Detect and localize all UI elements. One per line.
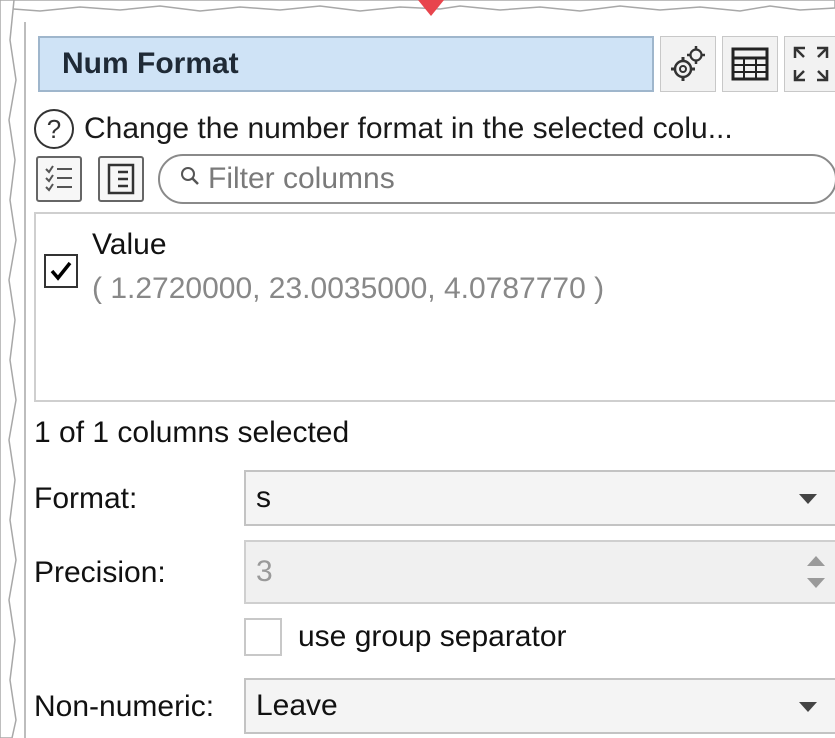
check-all-button[interactable]	[36, 156, 82, 202]
group-separator-label: use group separator	[298, 620, 567, 653]
description-text: Change the number format in the selected…	[84, 112, 733, 145]
title-bar: Num Format	[34, 30, 835, 100]
num-format-panel: Num Format ? Change the number format in…	[24, 22, 835, 738]
torn-edge-left	[0, 0, 17, 738]
gears-icon	[671, 46, 705, 81]
checklist-icon	[45, 165, 72, 192]
spin-up-icon[interactable]	[807, 556, 825, 566]
filter-row: Filter columns	[34, 152, 835, 206]
precision-label: Precision:	[34, 556, 166, 589]
list-item[interactable]: Value ( 1.2720000, 23.0035000, 4.0787770…	[42, 222, 822, 312]
checkmark-icon	[50, 261, 72, 281]
filter-columns-input[interactable]: Filter columns	[158, 154, 835, 204]
chevron-down-icon	[799, 494, 817, 504]
precision-value: 3	[256, 555, 273, 588]
spin-down-icon[interactable]	[807, 578, 825, 588]
help-circle-icon[interactable]: ?	[34, 109, 74, 149]
table-view-button[interactable]	[722, 36, 778, 92]
search-icon	[180, 166, 200, 192]
expand-icon	[793, 46, 828, 82]
precision-spinbox[interactable]: 3	[244, 540, 835, 604]
filter-placeholder: Filter columns	[208, 162, 395, 195]
non-numeric-label: Non-numeric:	[34, 690, 215, 723]
column-checkbox[interactable]	[44, 254, 78, 288]
list-button[interactable]	[98, 156, 144, 202]
format-dropdown[interactable]: s	[244, 470, 835, 526]
format-label: Format:	[34, 482, 138, 515]
non-numeric-dropdown[interactable]: Leave	[244, 678, 835, 734]
columns-list: Value ( 1.2720000, 23.0035000, 4.0787770…	[34, 212, 835, 402]
column-sample-values: ( 1.2720000, 23.0035000, 4.0787770 )	[92, 272, 605, 305]
non-numeric-value: Leave	[256, 689, 338, 722]
table-icon	[731, 47, 769, 81]
selection-status: 1 of 1 columns selected	[34, 416, 350, 449]
list-icon	[107, 163, 135, 195]
group-separator-checkbox[interactable]	[244, 618, 282, 656]
description-row: ? Change the number format in the select…	[34, 106, 733, 152]
title-box[interactable]: Num Format	[38, 36, 654, 92]
chevron-down-icon	[799, 702, 817, 712]
panel-title: Num Format	[62, 47, 239, 80]
settings-button[interactable]	[660, 36, 716, 92]
expand-button[interactable]	[784, 36, 835, 92]
column-name: Value	[92, 228, 167, 261]
arrow-marker-icon	[418, 0, 444, 16]
group-separator-row[interactable]: use group separator	[244, 615, 567, 659]
format-value: s	[256, 481, 271, 514]
